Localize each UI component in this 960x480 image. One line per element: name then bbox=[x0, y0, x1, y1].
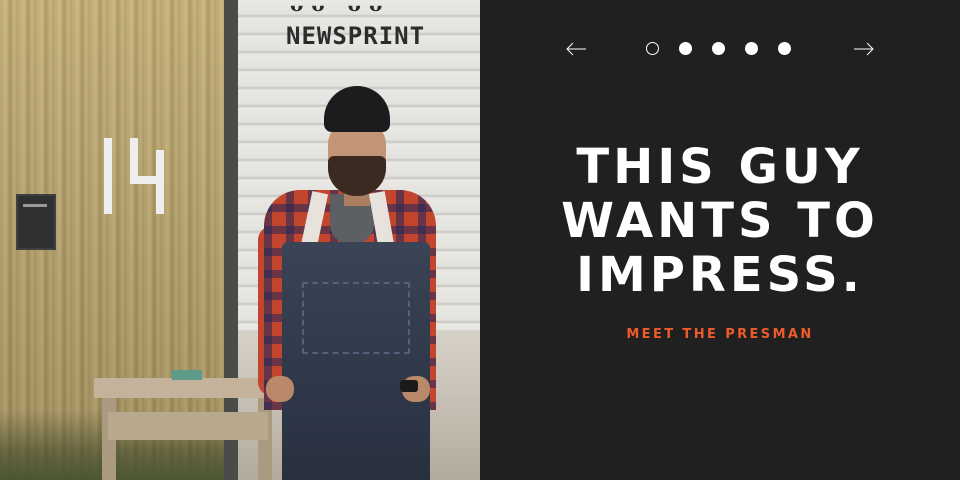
door-script-text: ᴗᴗ ᴗᴗ bbox=[290, 0, 391, 16]
slider-nav bbox=[480, 36, 960, 62]
slider-dots bbox=[646, 42, 791, 55]
mailbox bbox=[16, 194, 56, 250]
headline-line-3: IMPRESS. bbox=[576, 247, 864, 303]
presman-person bbox=[258, 86, 438, 480]
slider-dot-4[interactable] bbox=[745, 42, 758, 55]
arrow-left-icon[interactable] bbox=[564, 36, 588, 62]
arrow-right-icon[interactable] bbox=[852, 36, 876, 62]
slider-dot-3[interactable] bbox=[712, 42, 725, 55]
hero-headline: THIS GUY WANTS TO IMPRESS. bbox=[480, 140, 960, 302]
hero-slide: ᴗᴗ ᴗᴗ NEWSPRINT THIS GUY WANTS TO IMPRES… bbox=[0, 0, 960, 480]
meet-presman-link[interactable]: MEET THE PRESMAN bbox=[480, 327, 960, 342]
slider-dot-2[interactable] bbox=[679, 42, 692, 55]
headline-line-2: WANTS TO bbox=[561, 193, 879, 249]
headline-line-1: THIS GUY bbox=[576, 139, 864, 195]
building-number bbox=[104, 138, 166, 214]
wristwatch bbox=[400, 380, 418, 392]
door-sign-text: NEWSPRINT bbox=[286, 22, 426, 50]
slider-dot-1[interactable] bbox=[646, 42, 659, 55]
beanie-hat bbox=[324, 86, 390, 132]
denim-apron bbox=[282, 242, 430, 480]
wooden-bench bbox=[94, 378, 282, 480]
hero-photo: ᴗᴗ ᴗᴗ NEWSPRINT bbox=[0, 0, 480, 480]
bench-paper bbox=[172, 370, 202, 380]
text-panel: THIS GUY WANTS TO IMPRESS. MEET THE PRES… bbox=[480, 0, 960, 480]
slider-dot-5[interactable] bbox=[778, 42, 791, 55]
